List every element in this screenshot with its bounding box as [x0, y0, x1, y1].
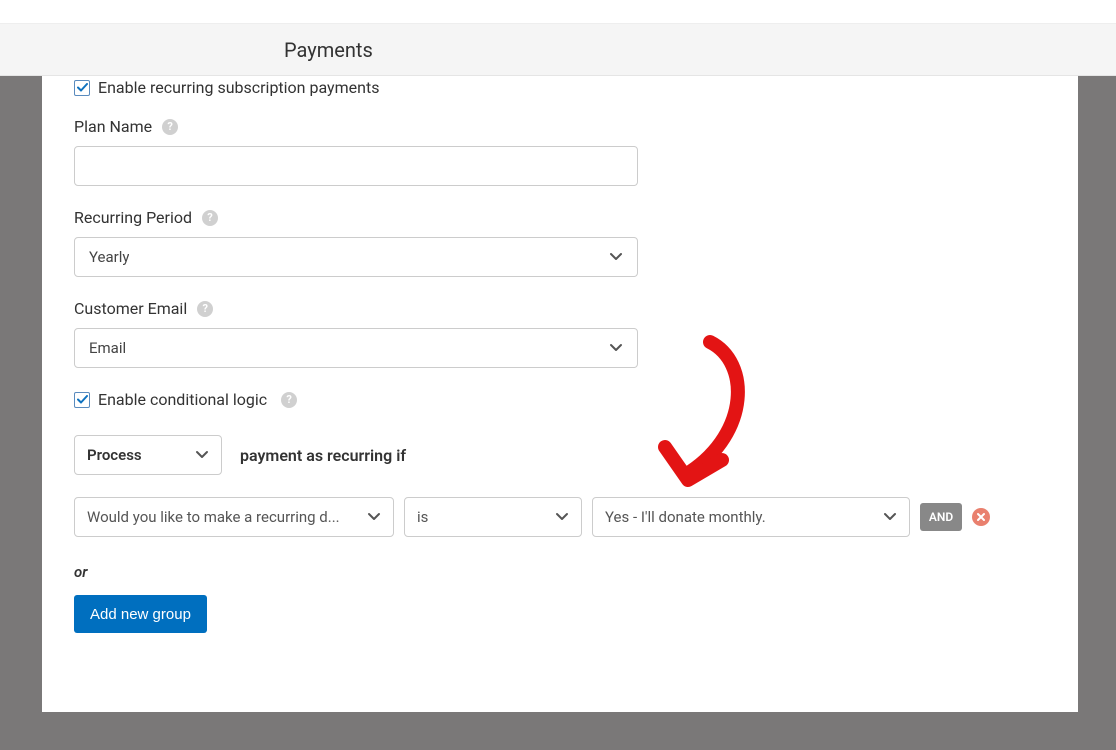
condition-row: Would you like to make a recurring d... … — [74, 497, 1046, 537]
recurring-period-label: Recurring Period — [74, 208, 192, 227]
remove-condition-button[interactable] — [972, 508, 990, 526]
enable-logic-checkbox[interactable] — [74, 392, 90, 408]
recurring-period-block: Recurring Period ? Yearly — [74, 208, 1046, 277]
chevron-down-icon — [195, 450, 209, 460]
recurring-period-select[interactable]: Yearly — [74, 237, 638, 277]
condition-value-select[interactable]: Yes - I'll donate monthly. — [592, 497, 910, 537]
enable-recurring-label: Enable recurring subscription payments — [98, 78, 379, 97]
modal-header: Payments — [0, 24, 1116, 76]
enable-logic-label: Enable conditional logic — [98, 390, 267, 409]
modal-title: Payments — [284, 38, 373, 62]
and-button[interactable]: AND — [920, 503, 962, 531]
top-strip — [0, 0, 1116, 24]
condition-value-text: Yes - I'll donate monthly. — [605, 508, 766, 526]
customer-email-label-row: Customer Email ? — [74, 299, 1046, 318]
customer-email-select[interactable]: Email — [74, 328, 638, 368]
chevron-down-icon — [609, 343, 623, 353]
plan-name-block: Plan Name ? — [74, 117, 1046, 186]
recurring-period-label-row: Recurring Period ? — [74, 208, 1046, 227]
customer-email-label: Customer Email — [74, 299, 187, 318]
check-icon — [77, 83, 88, 92]
or-label: or — [74, 563, 1046, 581]
enable-recurring-row[interactable]: Enable recurring subscription payments — [74, 78, 1046, 97]
help-icon[interactable]: ? — [197, 301, 213, 317]
rule-action-select[interactable]: Process — [74, 435, 222, 475]
plan-name-input[interactable] — [74, 146, 638, 186]
rule-action-text: payment as recurring if — [240, 446, 406, 465]
help-icon[interactable]: ? — [281, 392, 297, 408]
chevron-down-icon — [555, 512, 569, 522]
rule-action-value: Process — [87, 446, 142, 464]
chevron-down-icon — [367, 512, 381, 522]
condition-field-value: Would you like to make a recurring d... — [87, 508, 340, 526]
customer-email-block: Customer Email ? Email — [74, 299, 1046, 368]
check-icon — [77, 395, 88, 404]
enable-recurring-checkbox[interactable] — [74, 80, 90, 96]
recurring-period-value: Yearly — [89, 248, 129, 266]
condition-operator-value: is — [417, 508, 428, 526]
condition-field-select[interactable]: Would you like to make a recurring d... — [74, 497, 394, 537]
enable-logic-row[interactable]: Enable conditional logic ? — [74, 390, 1046, 409]
add-new-group-button[interactable]: Add new group — [74, 595, 207, 633]
rule-action-row: Process payment as recurring if — [74, 435, 1046, 475]
help-icon[interactable]: ? — [162, 119, 178, 135]
chevron-down-icon — [883, 512, 897, 522]
plan-name-label: Plan Name — [74, 117, 152, 136]
help-icon[interactable]: ? — [202, 210, 218, 226]
condition-operator-select[interactable]: is — [404, 497, 582, 537]
modal-body: Enable recurring subscription payments P… — [42, 76, 1078, 712]
customer-email-value: Email — [89, 339, 126, 357]
close-icon — [976, 512, 986, 522]
plan-name-label-row: Plan Name ? — [74, 117, 1046, 136]
chevron-down-icon — [609, 252, 623, 262]
